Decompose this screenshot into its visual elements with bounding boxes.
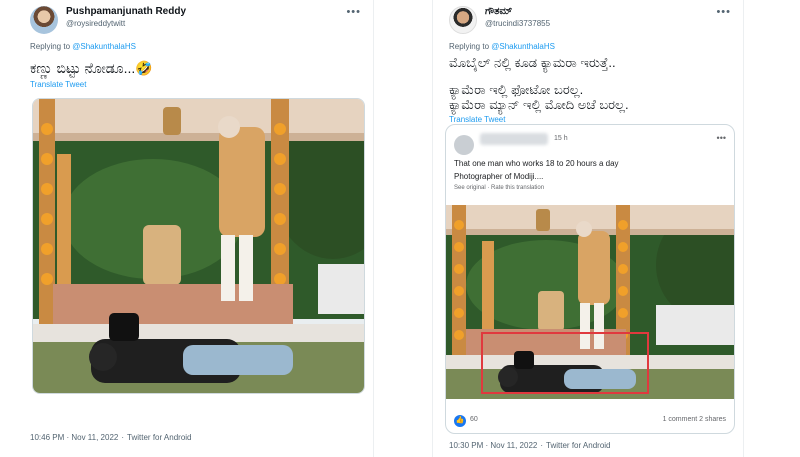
tweet-text: ಕಣ್ಣು ಬಿಟ್ಟು ನೋಡೂ...🤣 [30, 60, 153, 76]
like-icon: 👍 [454, 415, 466, 427]
source: Twitter for Android [546, 441, 611, 450]
mention-link[interactable]: @ShakunthalaHS [491, 42, 555, 51]
post-text-line2: Photographer of Modiji.... [454, 172, 544, 181]
post-photo [446, 205, 734, 399]
source: Twitter for Android [127, 433, 192, 442]
tweet-header: Pushpamanjunath Reddy @roysireddytwitt •… [30, 4, 363, 34]
timestamp[interactable]: 10:30 PM · Nov 11, 2022 [449, 441, 537, 450]
avatar[interactable] [449, 6, 477, 34]
replying-prefix: Replying to [449, 42, 490, 51]
handle[interactable]: @trucindi3737855 [485, 19, 550, 28]
avatar[interactable] [30, 6, 58, 34]
display-name[interactable]: Pushpamanjunath Reddy [66, 6, 186, 17]
blurred-name [480, 133, 548, 145]
photo-image [33, 99, 364, 393]
tweet-text-line3: ಕ್ಯಾಮೆರಾ ಮ್ಯಾನ್ ಇಲ್ಲಿ ಮೋದಿ ಅಚೆ ಬರಲ್ಲ. [449, 97, 629, 112]
left-tweet: Pushpamanjunath Reddy @roysireddytwitt •… [14, 0, 374, 457]
tweet-header: ಗೌತಮ್ @trucindi3737855 ••• [449, 4, 733, 34]
tweet-meta: 10:30 PM · Nov 11, 2022 · Twitter for Andr… [449, 441, 611, 450]
replying-to: Replying to @ShakunthalaHS [449, 42, 555, 51]
translate-link[interactable]: Translate Tweet [30, 80, 86, 89]
avatar [454, 135, 474, 155]
post-time: 15 h [554, 135, 568, 142]
more-icon: ••• [716, 133, 726, 143]
tweet-meta: 10:46 PM · Nov 11, 2022 · Twitter for Andr… [30, 433, 192, 442]
comments-shares: 1 comment 2 shares [662, 416, 726, 423]
mention-link[interactable]: @ShakunthalaHS [72, 42, 136, 51]
quoted-post-screenshot[interactable]: 15 h ••• That one man who works 18 to 20… [445, 124, 735, 434]
more-icon[interactable]: ••• [716, 6, 731, 18]
replying-to: Replying to @ShakunthalaHS [30, 42, 136, 51]
handle[interactable]: @roysireddytwitt [66, 19, 125, 28]
post-text-line1: That one man who works 18 to 20 hours a … [454, 159, 619, 168]
replying-prefix: Replying to [30, 42, 71, 51]
tweet-text-line2: ಕ್ಯಾಮೆರಾ ಇಲ್ಲಿ ಫೋಟೋ ಬರಲ್ಲ. [449, 82, 584, 97]
display-name[interactable]: ಗೌತಮ್ [485, 6, 512, 17]
translate-link[interactable]: Translate Tweet [449, 115, 505, 124]
tweet-photo[interactable] [32, 98, 365, 394]
tweet-text-line1: ಮೊಬೈಲ್ ನಲ್ಲಿ ಕೂಡ ಕ್ಯಾಮರಾ ಇರುತ್ತೆ.. [449, 55, 616, 70]
likes-count: 60 [470, 416, 478, 423]
see-original-link: See original · Rate this translation [454, 185, 545, 191]
right-tweet: ಗೌತಮ್ @trucindi3737855 ••• Replying to @… [432, 0, 744, 457]
more-icon[interactable]: ••• [346, 6, 361, 18]
photo-image [446, 205, 734, 399]
timestamp[interactable]: 10:46 PM · Nov 11, 2022 [30, 433, 118, 442]
